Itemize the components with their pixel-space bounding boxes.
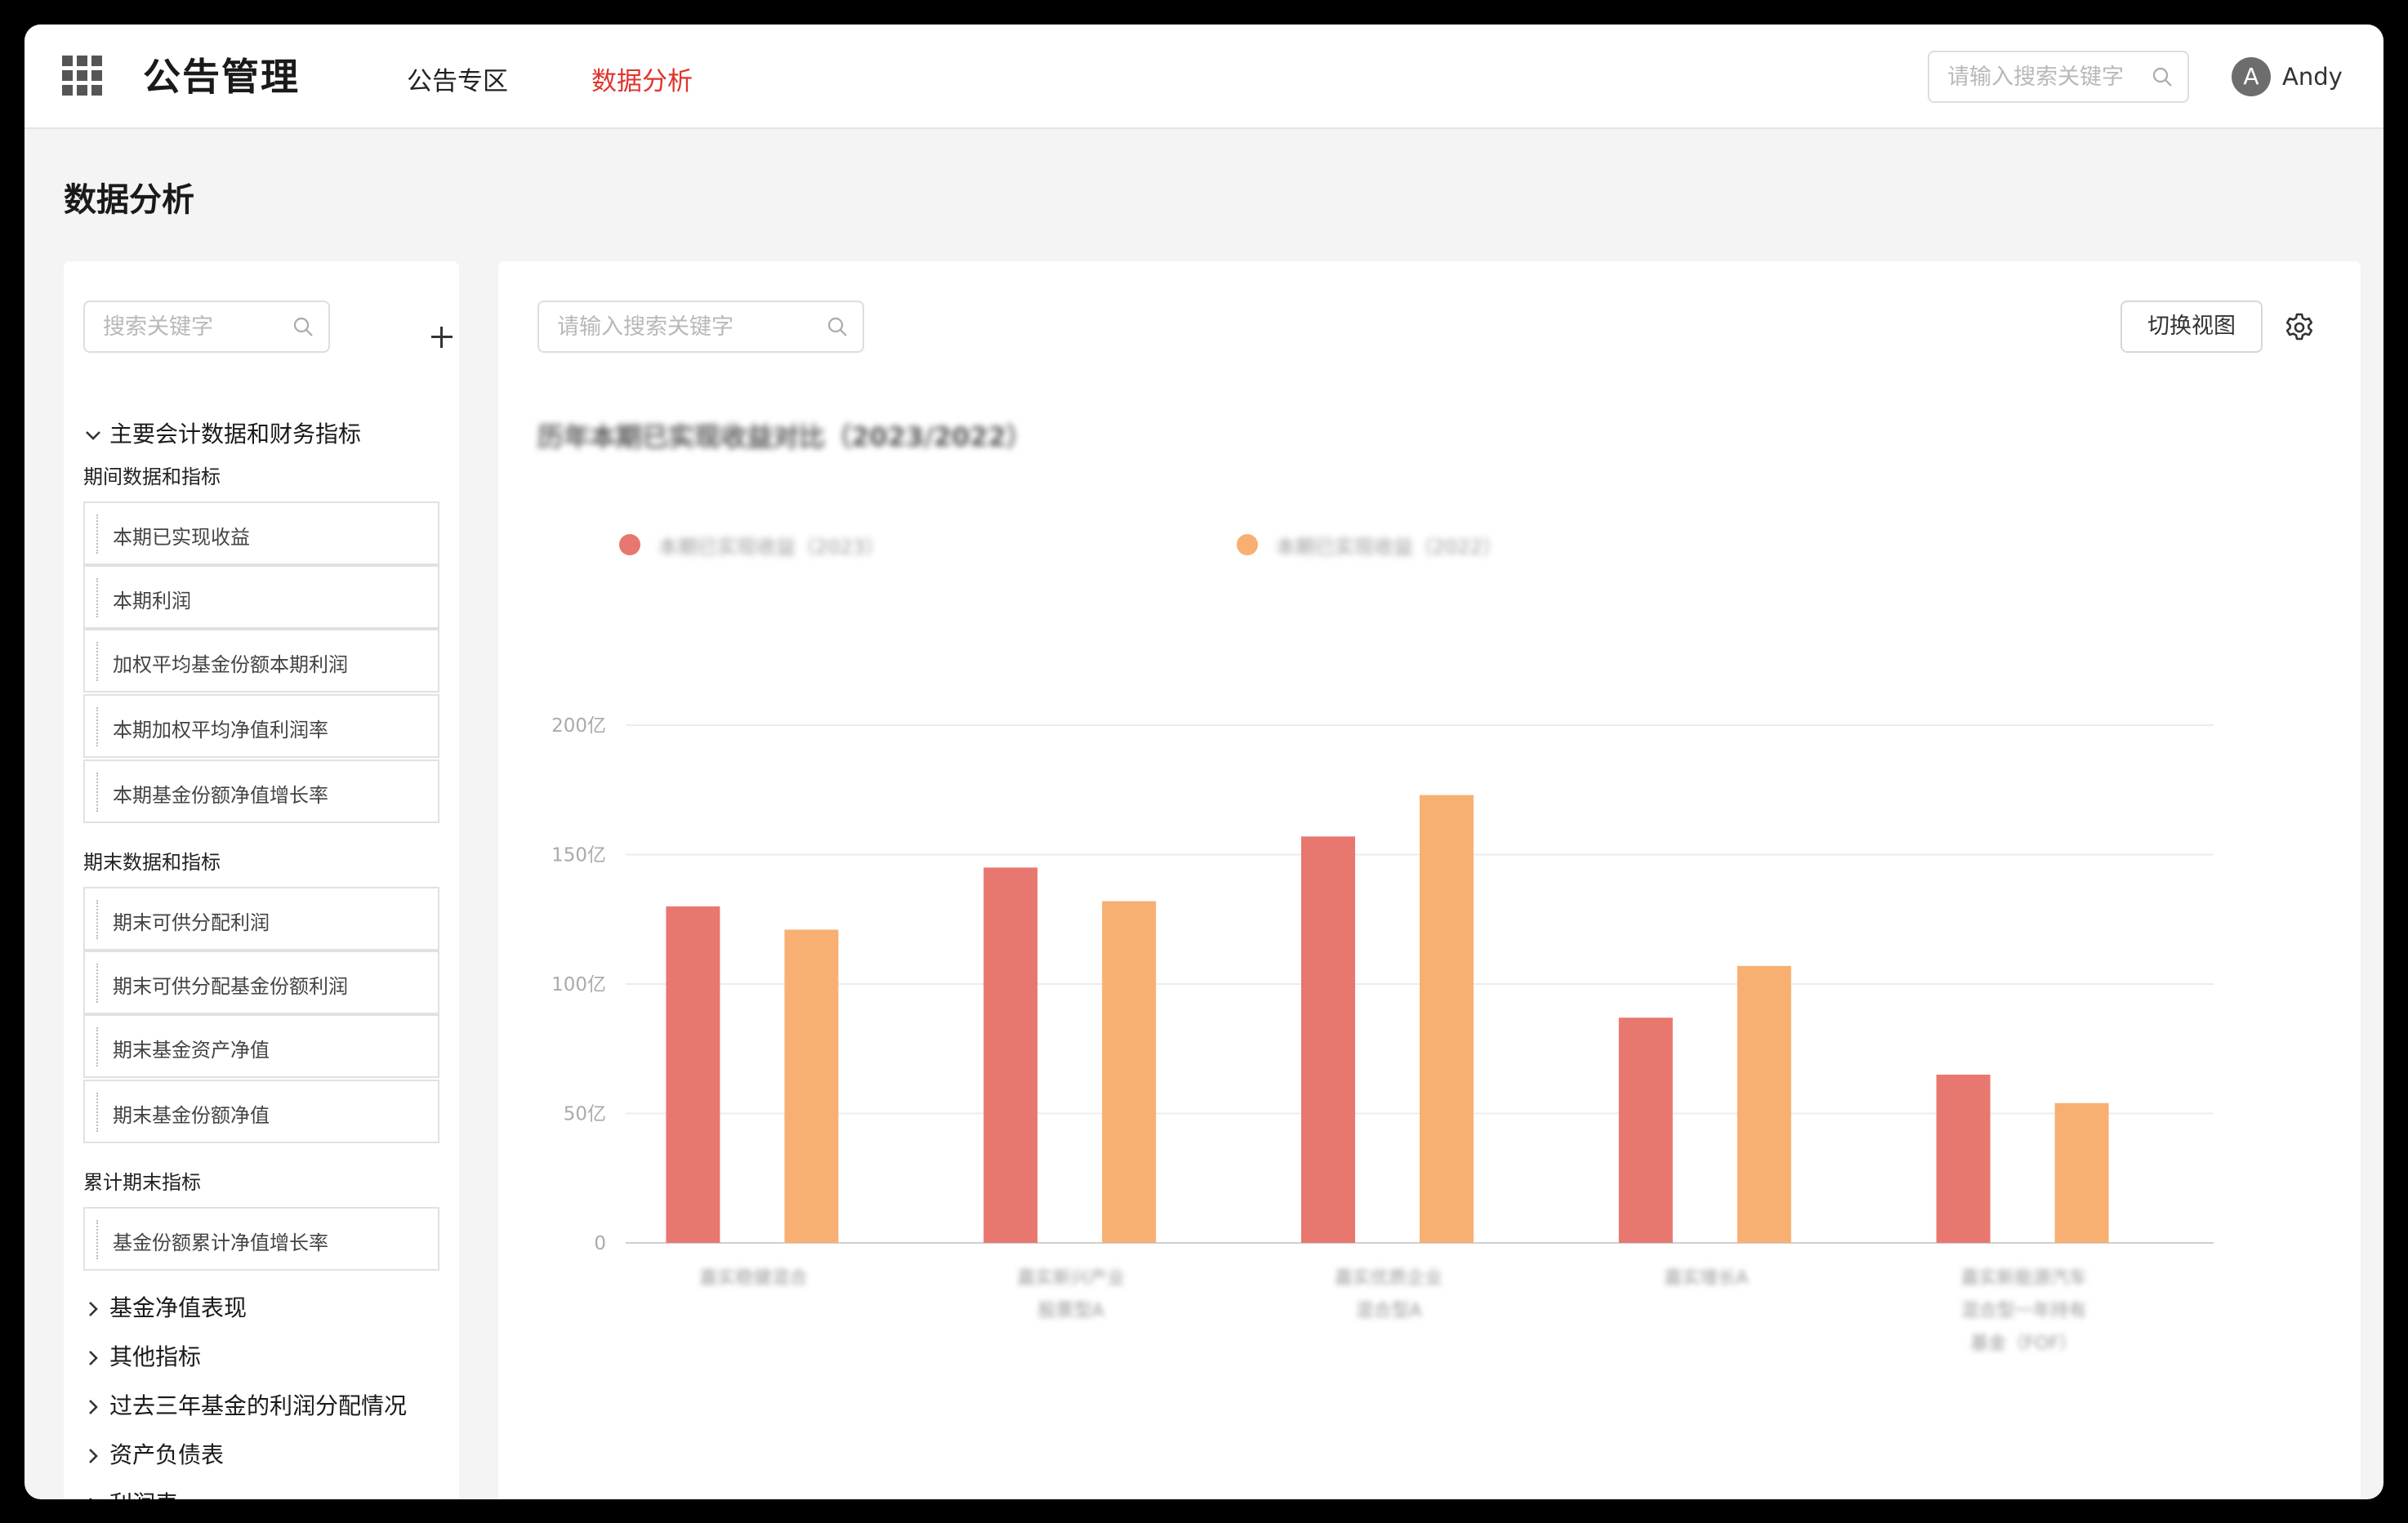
app-title: 公告管理: [143, 55, 300, 99]
x-tick-label: 股票型A: [1038, 1301, 1104, 1321]
bar-2022: [2054, 1102, 2109, 1243]
global-search-input[interactable]: [1947, 52, 2148, 101]
user-name[interactable]: Andy: [2282, 63, 2343, 91]
x-tick-label: 嘉实增长A: [1664, 1268, 1748, 1289]
chart-panel: 切换视图 历年本期已实现收益对比（2023/2022） 本期已实现收益（2023…: [498, 261, 2361, 1499]
tree-group-balance-sheet[interactable]: 资产负债表: [83, 1437, 224, 1470]
app-grid-icon[interactable]: [62, 56, 103, 96]
tab-announcements[interactable]: 公告专区: [407, 60, 508, 97]
tree-group-label: 其他指标: [109, 1343, 202, 1370]
x-tick-label: 嘉实新兴产业: [1017, 1268, 1125, 1289]
x-tick-label: 嘉实新能源汽车: [1961, 1268, 2087, 1289]
bar-chart: 050亿100亿150亿200亿嘉实稳健混合 嘉实新兴产业股票型A嘉实优质企业混合…: [551, 715, 2214, 1354]
bar-2023: [1618, 1018, 1673, 1243]
bar-2023: [1301, 836, 1355, 1243]
y-tick-label: 100亿: [551, 974, 606, 995]
tree-group-label: 资产负债表: [109, 1441, 225, 1468]
tree-group-label: 主要会计数据和财务指标: [109, 421, 362, 448]
tree-group-main-financial[interactable]: 主要会计数据和财务指标: [83, 416, 361, 449]
page-title: 数据分析: [64, 181, 194, 219]
chevron-right-icon: [89, 1498, 92, 1499]
tree-group-other-indicators[interactable]: 其他指标: [83, 1339, 201, 1372]
tree-item[interactable]: 期末基金资产净值: [83, 1014, 439, 1078]
indicator-sidebar: 主要会计数据和财务指标 期间数据和指标 本期已实现收益 本期利润 加权平均基金份…: [64, 261, 459, 1499]
tree-item-label: 本期基金份额净值增长率: [113, 784, 328, 807]
tree-item[interactable]: 本期基金份额净值增长率: [83, 759, 439, 823]
app-screen: 公告管理 公告专区 数据分析 A Andy 数据分析 主要会计数据和财务指标 期…: [25, 24, 2383, 1499]
tree-section-period: 期间数据和指标: [83, 465, 221, 488]
chevron-right-icon: [89, 1302, 98, 1316]
chevron-right-icon: [89, 1400, 98, 1414]
bar-2023: [1936, 1074, 1991, 1243]
tree-item-label: 基金份额累计净值增长率: [113, 1231, 328, 1254]
chevron-right-icon: [89, 1351, 98, 1365]
y-tick-label: 50亿: [564, 1104, 606, 1125]
tree-item-label: 本期已实现收益: [113, 526, 250, 549]
sidebar-search-input[interactable]: [103, 302, 289, 351]
tree-group-label: 基金净值表现: [109, 1294, 247, 1321]
tree-item[interactable]: 期末基金份额净值: [83, 1080, 439, 1143]
bar-2022: [1102, 901, 1157, 1243]
tree-item[interactable]: 加权平均基金份额本期利润: [83, 629, 439, 692]
tree-item-label: 期末可供分配利润: [113, 911, 270, 934]
tab-data-analysis[interactable]: 数据分析: [591, 60, 693, 97]
tree-group-profit-distribution[interactable]: 过去三年基金的利润分配情况: [83, 1388, 407, 1421]
sidebar-search: [83, 301, 330, 353]
y-tick-label: 150亿: [551, 845, 606, 866]
x-tick-label: 基金（FOF）: [1970, 1334, 2077, 1354]
chevron-right-icon: [89, 1449, 98, 1463]
add-button[interactable]: [430, 325, 454, 350]
bar-2023: [666, 906, 720, 1243]
bar-2022: [1737, 965, 1791, 1243]
tree-item[interactable]: 期末可供分配利润: [83, 887, 439, 951]
top-bar: 公告管理 公告专区 数据分析 A Andy: [25, 24, 2383, 129]
chevron-down-icon: [86, 431, 100, 440]
tree-item-label: 期末基金资产净值: [113, 1039, 270, 1062]
tree-item[interactable]: 本期加权平均净值利润率: [83, 694, 439, 758]
tree-item-label: 期末可供分配基金份额利润: [113, 975, 348, 998]
search-icon[interactable]: [292, 316, 314, 337]
x-tick-label: 嘉实优质企业: [1335, 1268, 1443, 1289]
tree-item-label: 期末基金份额净值: [113, 1104, 270, 1127]
tree-item-label: 加权平均基金份额本期利润: [113, 653, 348, 676]
tree-item[interactable]: 本期利润: [83, 565, 439, 629]
tree-group-label: 利润表: [109, 1490, 178, 1499]
y-tick-label: 200亿: [551, 715, 606, 737]
x-tick-label: 混合型一年持有: [1961, 1301, 2087, 1321]
tree-group-income-statement[interactable]: 利润表: [83, 1486, 178, 1499]
tree-item[interactable]: 本期已实现收益: [83, 501, 439, 565]
x-tick-label: 嘉实稳健混合: [699, 1268, 807, 1289]
x-tick-label: 混合型A: [1355, 1301, 1421, 1321]
search-icon[interactable]: [2152, 66, 2173, 87]
bar-2023: [983, 867, 1038, 1243]
y-tick-label: 0: [594, 1233, 606, 1254]
device-frame: 公告管理 公告专区 数据分析 A Andy 数据分析 主要会计数据和财务指标 期…: [0, 0, 2408, 1523]
tree-section-cumulative: 累计期末指标: [83, 1171, 201, 1194]
tree-section-period-end: 期末数据和指标: [83, 851, 221, 874]
avatar[interactable]: A: [2232, 57, 2271, 96]
tree-group-nav-performance[interactable]: 基金净值表现: [83, 1290, 247, 1323]
tree-item-label: 本期利润: [113, 590, 191, 612]
tree-item[interactable]: 期末可供分配基金份额利润: [83, 951, 439, 1014]
tree-item[interactable]: 基金份额累计净值增长率: [83, 1207, 439, 1271]
tree-item-label: 本期加权平均净值利润率: [113, 719, 328, 741]
bar-2022: [1420, 795, 1474, 1243]
bar-2022: [784, 929, 839, 1243]
global-search: [1928, 51, 2189, 103]
tree-group-label: 过去三年基金的利润分配情况: [109, 1392, 408, 1419]
